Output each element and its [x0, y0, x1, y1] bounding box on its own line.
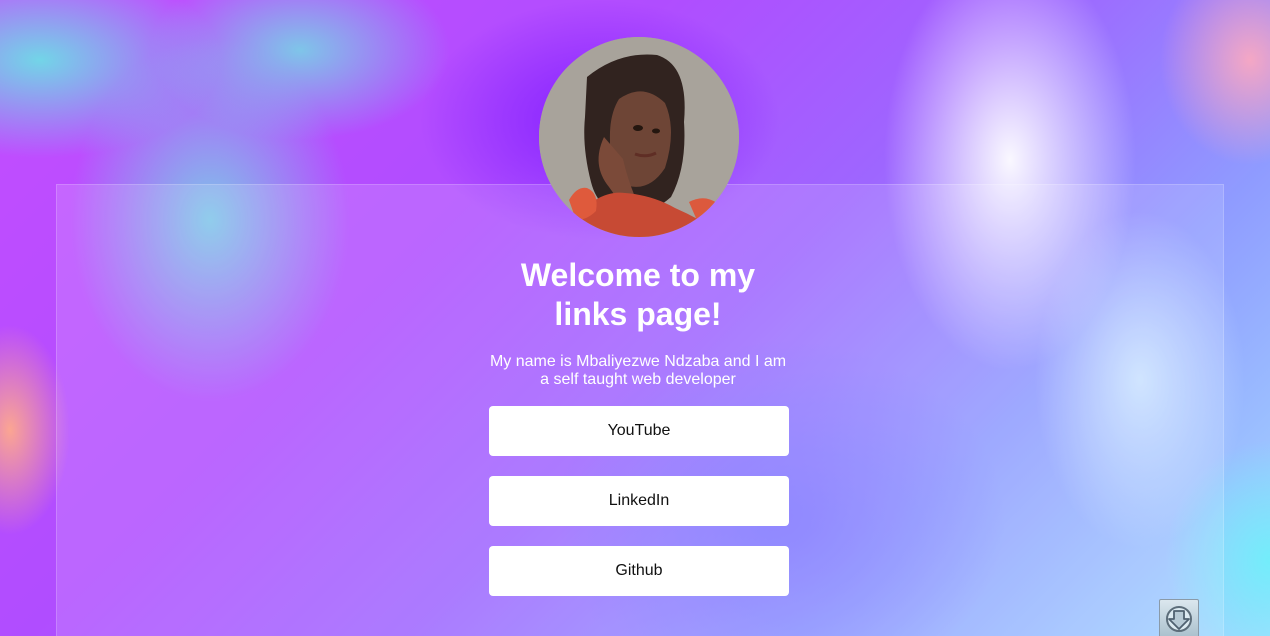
page-title: Welcome to my links page! [485, 256, 791, 334]
title-line-1: Welcome to my [520, 257, 756, 293]
github-button[interactable]: Github [489, 546, 789, 596]
intro-line-1: My name is Mbaliyezwe Ndzaba and I am [489, 353, 787, 370]
links-page: Welcome to my links page! My name is Mba… [0, 0, 1270, 636]
download-button[interactable] [1159, 599, 1199, 636]
title-line-2: links page! [554, 296, 722, 332]
intro-line-2: a self taught web developer [540, 371, 736, 388]
intro-text: My name is Mbaliyezwe Ndzaba and I am a … [485, 353, 791, 389]
linkedin-button[interactable]: LinkedIn [489, 476, 789, 526]
avatar [539, 37, 739, 237]
youtube-button[interactable]: YouTube [489, 406, 789, 456]
links-list: YouTube LinkedIn Github [489, 406, 789, 616]
download-arrow-icon [1166, 606, 1192, 632]
